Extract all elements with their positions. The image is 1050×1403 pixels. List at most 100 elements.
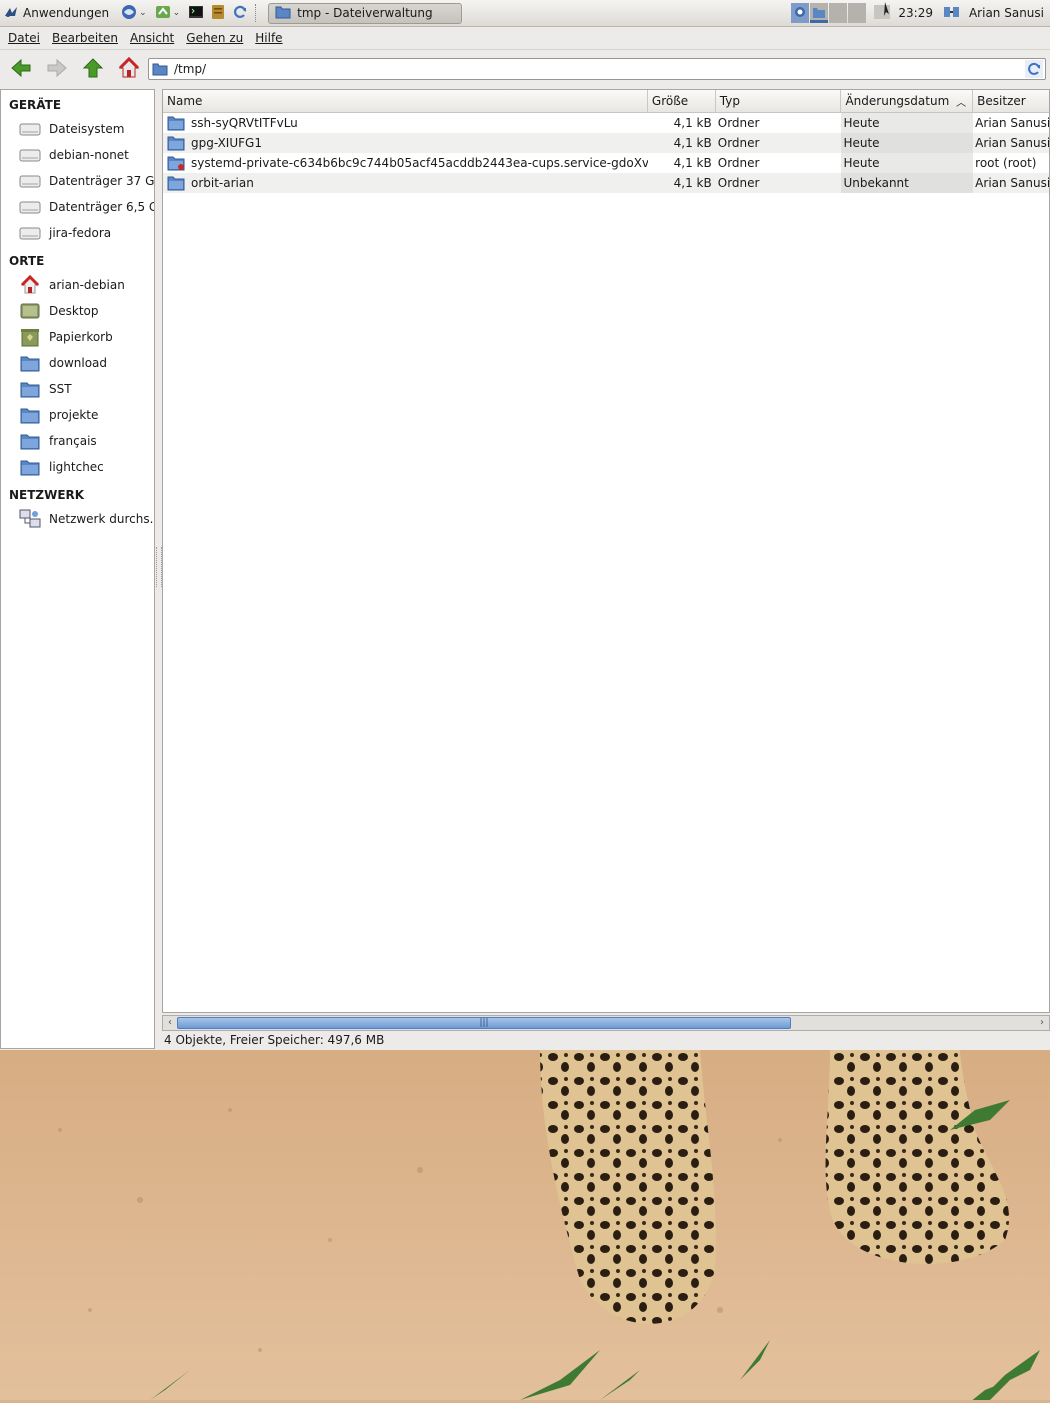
column-header-type[interactable]: Typ (716, 90, 842, 112)
location-path[interactable]: /tmp/ (174, 62, 206, 76)
workspace-2[interactable] (810, 3, 829, 23)
place-item[interactable]: français (1, 428, 154, 454)
update-launcher[interactable] (229, 1, 251, 25)
place-item[interactable]: projekte (1, 402, 154, 428)
table-row[interactable]: ssh-syQRVtITFvLu 4,1 kB Ordner Heute Arian S… (163, 113, 1049, 133)
scroll-left-icon[interactable]: ‹ (163, 1016, 177, 1030)
table-row[interactable]: gpg-XIUFG1 4,1 kB Ordner Heute Arian Sanusi … (163, 133, 1049, 153)
file-type-cell: Ordner (717, 136, 760, 150)
network-item[interactable]: Netzwerk durchs... (1, 506, 154, 532)
feed-launcher[interactable]: ⌄ (152, 1, 186, 25)
menu-ansicht[interactable]: Ansicht (124, 31, 180, 45)
file-date-cell: Unbekannt (841, 173, 974, 193)
up-button[interactable] (78, 53, 108, 83)
table-row[interactable]: orbit-arian 4,1 kB Ordner Unbekannt Arian Sa… (163, 173, 1049, 193)
reload-button[interactable] (1025, 60, 1043, 81)
table-row[interactable]: systemd-private-c634b6bc9c744b05acf45acd… (163, 153, 1049, 173)
column-label: Typ (719, 94, 740, 108)
device-item[interactable]: Datenträger 37 GB (1, 168, 154, 194)
device-item[interactable]: jira-fedora (1, 220, 154, 246)
scroll-right-icon[interactable]: › (1035, 1016, 1049, 1030)
place-item[interactable]: Papierkorb (1, 324, 154, 350)
place-item[interactable]: Desktop (1, 298, 154, 324)
device-item[interactable]: Dateisystem (1, 116, 154, 142)
notes-launcher[interactable] (207, 1, 229, 25)
file-name: ssh-syQRVtITFvLu (191, 116, 298, 130)
location-bar[interactable]: /tmp/ (148, 58, 1046, 80)
feed-reader-icon (155, 4, 171, 23)
notes-icon (210, 4, 226, 23)
clock[interactable]: 23:29 (898, 6, 933, 20)
folder-icon (275, 5, 291, 22)
browser-launcher[interactable]: ⌄ (118, 1, 152, 25)
place-item[interactable]: lightchec (1, 454, 154, 480)
column-header-name[interactable]: Name (163, 90, 648, 112)
column-headers: Name Größe Typ Änderungsdatum ︿ Besitzer (163, 90, 1049, 113)
file-date-cell: Heute (841, 133, 974, 153)
folder-icon (167, 155, 185, 171)
back-button[interactable] (6, 53, 36, 83)
device-item[interactable]: debian-nonet (1, 142, 154, 168)
terminal-launcher[interactable] (185, 1, 207, 25)
user-name[interactable]: Arian Sanusi (969, 6, 1044, 20)
folder-icon (167, 175, 185, 191)
column-header-date[interactable]: Änderungsdatum ︿ (841, 90, 974, 112)
place-item[interactable]: arian-debian (1, 272, 154, 298)
folder-icon (19, 458, 41, 476)
chevron-down-icon[interactable]: ⌄ (139, 8, 147, 18)
workspace-3[interactable] (829, 3, 848, 23)
file-name-cell[interactable]: orbit-arian (163, 175, 648, 191)
side-item-label: projekte (49, 408, 99, 422)
folder-icon (19, 406, 41, 424)
menu-datei[interactable]: Datei (2, 31, 46, 45)
device-item[interactable]: Datenträger 6,5 GB (1, 194, 154, 220)
column-header-owner[interactable]: Besitzer (973, 90, 1049, 112)
workspace-switcher[interactable] (790, 3, 867, 23)
side-item-label: download (49, 356, 108, 370)
side-item-label: debian-nonet (49, 148, 129, 162)
taskbar-window-button[interactable]: tmp - Dateiverwaltung (268, 2, 463, 24)
section-heading-places: ORTE (9, 254, 45, 268)
column-header-size[interactable]: Größe (648, 90, 716, 112)
xfce-mouse-icon (3, 4, 19, 23)
side-item-label: Datenträger 37 GB (49, 174, 155, 188)
forward-button[interactable] (42, 53, 72, 83)
column-label: Name (167, 94, 203, 108)
file-owner-cell: root (root) (975, 156, 1037, 170)
file-type-cell: Ordner (717, 156, 760, 170)
browser-icon (121, 4, 137, 23)
panel-separator (255, 4, 258, 22)
arrow-up-icon (82, 58, 104, 78)
menubar: Datei Bearbeiten Ansicht Gehen zu Hilfe (0, 27, 1050, 50)
place-item[interactable]: download (1, 350, 154, 376)
scrollbar-thumb[interactable]: ||| (177, 1017, 791, 1029)
applications-menu-button[interactable]: Anwendungen (0, 1, 112, 25)
place-item[interactable]: SST (1, 376, 154, 402)
refresh-icon (1025, 60, 1043, 78)
side-item-label: français (49, 434, 97, 448)
file-size-cell: 4,1 kB (673, 136, 712, 150)
desktop-wallpaper (0, 1050, 1050, 1403)
file-name-cell[interactable]: gpg-XIUFG1 (163, 135, 648, 151)
column-label: Besitzer (977, 94, 1026, 108)
power-plug-icon[interactable] (941, 3, 963, 24)
chevron-down-icon[interactable]: ⌄ (173, 8, 181, 18)
file-name-cell[interactable]: ssh-syQRVtITFvLu (163, 115, 648, 131)
menu-hilfe[interactable]: Hilfe (249, 31, 288, 45)
menu-bearbeiten[interactable]: Bearbeiten (46, 31, 124, 45)
file-rows: ssh-syQRVtITFvLu 4,1 kB Ordner Heute Arian S… (163, 113, 1049, 193)
horizontal-scrollbar[interactable]: ‹ ||| › (162, 1015, 1050, 1031)
side-item-label: Papierkorb (49, 330, 113, 344)
file-name: systemd-private-c634b6bc9c744b05acf45acd… (191, 156, 648, 170)
side-item-label: Dateisystem (49, 122, 125, 136)
notification-icon[interactable] (872, 1, 892, 25)
drive-icon (19, 172, 41, 190)
file-name-cell[interactable]: systemd-private-c634b6bc9c744b05acf45acd… (163, 155, 648, 171)
folder-icon (19, 354, 41, 372)
side-item-label: arian-debian (49, 278, 125, 292)
desktop-icon (19, 302, 41, 320)
menu-gehen-zu[interactable]: Gehen zu (180, 31, 249, 45)
workspace-4[interactable] (848, 3, 867, 23)
workspace-1[interactable] (791, 3, 810, 23)
home-button[interactable] (114, 53, 144, 83)
